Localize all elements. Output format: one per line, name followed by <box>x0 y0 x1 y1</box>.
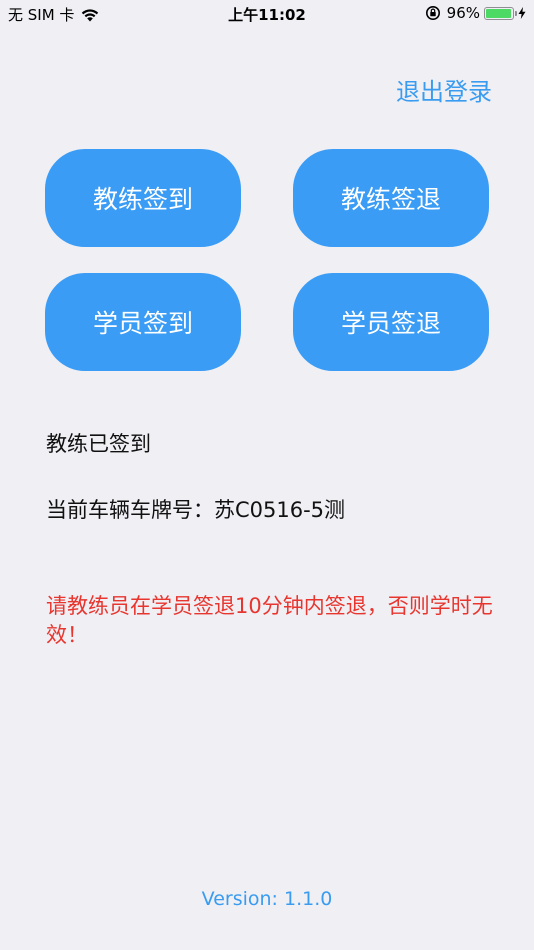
orientation-lock-icon <box>425 6 440 20</box>
coach-sign-in-button[interactable]: 教练签到 <box>45 149 241 247</box>
vehicle-plate-text: 当前车辆车牌号：苏C0516-5测 <box>46 498 346 522</box>
coach-status-text: 教练已签到 <box>46 432 151 456</box>
app-version-label: Version: 1.1.0 <box>201 888 333 910</box>
battery-percent: 96% <box>446 4 480 22</box>
logout-button[interactable]: 退出登录 <box>396 72 492 107</box>
status-bar: 无 SIM 卡 上午11:02 96% <box>0 0 534 28</box>
student-sign-in-button[interactable]: 学员签到 <box>45 273 241 371</box>
charging-bolt-icon <box>518 7 526 19</box>
status-bar-right: 96% <box>425 4 526 22</box>
battery-level-fill <box>486 8 511 18</box>
coach-sign-out-button[interactable]: 教练签退 <box>293 149 489 247</box>
student-sign-out-button[interactable]: 学员签退 <box>293 273 489 371</box>
warning-message: 请教练员在学员签退10分钟内签退，否则学时无效！ <box>46 594 493 647</box>
battery-icon <box>484 6 517 20</box>
